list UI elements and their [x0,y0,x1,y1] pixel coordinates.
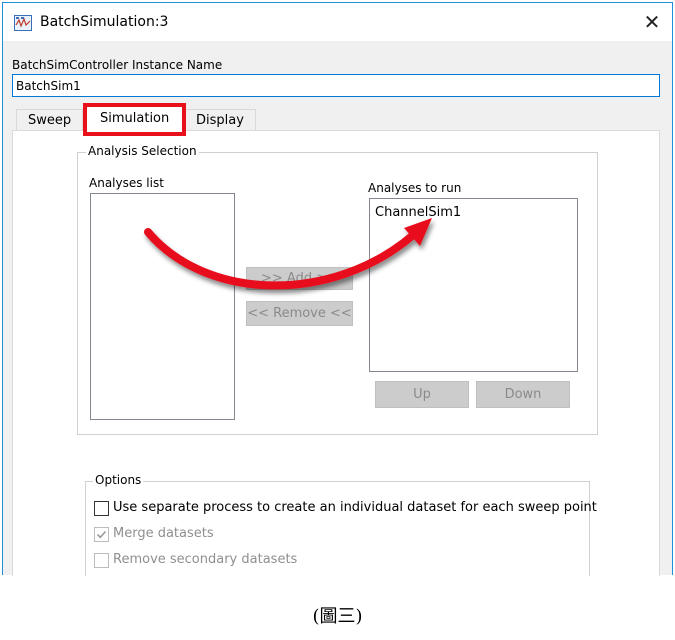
figure-caption: (圖三) [312,606,363,627]
red-annotation-arrow [144,218,432,290]
